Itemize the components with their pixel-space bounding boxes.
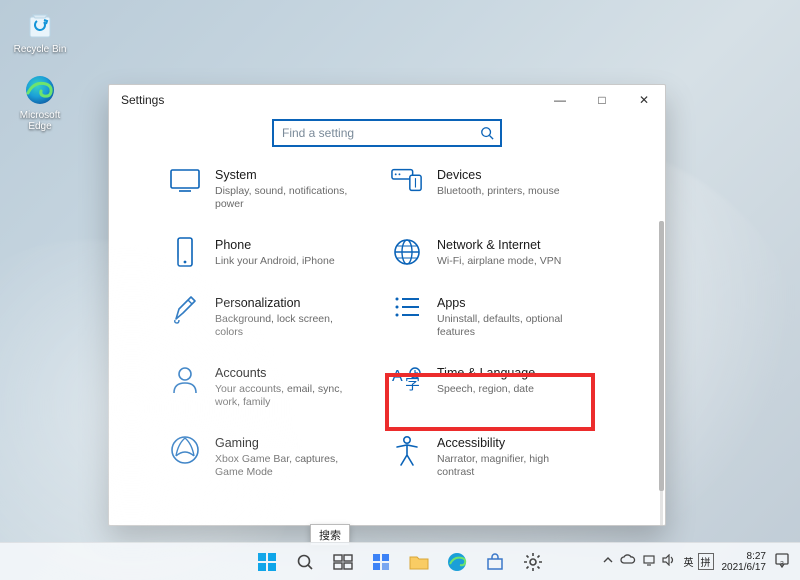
taskbar-explorer[interactable]: [402, 547, 436, 577]
taskbar-settings[interactable]: [516, 547, 550, 577]
category-desc: Background, lock screen, colors: [215, 313, 355, 339]
time-language-icon: A字: [391, 365, 423, 397]
svg-text:字: 字: [405, 376, 420, 393]
task-view-button[interactable]: [326, 547, 360, 577]
personalization-icon: [169, 295, 201, 327]
taskbar-search-button[interactable]: [288, 547, 322, 577]
desktop: Recycle Bin Microsoft Edge Settings: [0, 0, 800, 580]
tray-onedrive-icon[interactable]: [620, 554, 636, 569]
scrollbar-thumb[interactable]: [659, 221, 664, 491]
accounts-icon: [169, 365, 201, 397]
recycle-bin-icon: [22, 6, 58, 42]
category-label: Gaming: [215, 435, 355, 451]
category-apps[interactable]: Apps Uninstall, defaults, optional featu…: [391, 295, 613, 339]
network-icon: [391, 237, 423, 269]
category-system[interactable]: System Display, sound, notifications, po…: [169, 167, 391, 211]
svg-text:A: A: [392, 368, 403, 385]
minimize-button[interactable]: —: [539, 85, 581, 115]
category-accounts[interactable]: Accounts Your accounts, email, sync, wor…: [169, 365, 391, 409]
settings-content: System Display, sound, notifications, po…: [109, 161, 665, 525]
category-label: Network & Internet: [437, 237, 561, 253]
apps-icon: [391, 295, 423, 327]
desktop-icon-label: Microsoft Edge: [10, 110, 70, 132]
category-desc: Bluetooth, printers, mouse: [437, 185, 560, 198]
category-personalization[interactable]: Personalization Background, lock screen,…: [169, 295, 391, 339]
category-phone[interactable]: Phone Link your Android, iPhone: [169, 237, 391, 269]
category-desc: Uninstall, defaults, optional features: [437, 313, 577, 339]
taskbar-store[interactable]: [478, 547, 512, 577]
category-label: Personalization: [215, 295, 355, 311]
desktop-icon-edge[interactable]: Microsoft Edge: [10, 72, 70, 132]
taskbar-edge[interactable]: [440, 547, 474, 577]
devices-icon: [391, 167, 423, 199]
category-desc: Speech, region, date: [437, 383, 535, 396]
edge-icon: [22, 72, 58, 108]
category-desc: Your accounts, email, sync, work, family: [215, 383, 355, 409]
ime-indicator[interactable]: 英 拼: [684, 553, 714, 570]
category-label: Accounts: [215, 365, 355, 381]
accessibility-icon: [391, 435, 423, 467]
category-label: Devices: [437, 167, 560, 183]
category-desc: Display, sound, notifications, power: [215, 185, 355, 211]
category-label: Phone: [215, 237, 335, 253]
tray-network-icon[interactable]: [642, 554, 656, 569]
taskbar: 英 拼 8:27 2021/6/17 3: [0, 542, 800, 580]
gaming-icon: [169, 435, 201, 467]
close-button[interactable]: ✕: [623, 85, 665, 115]
taskbar-clock[interactable]: 8:27 2021/6/17: [722, 551, 767, 573]
widgets-button[interactable]: [364, 547, 398, 577]
category-gaming[interactable]: Gaming Xbox Game Bar, captures, Game Mod…: [169, 435, 391, 479]
category-desc: Xbox Game Bar, captures, Game Mode: [215, 453, 355, 479]
phone-icon: [169, 237, 201, 269]
search-icon: [480, 126, 494, 140]
start-button[interactable]: [250, 547, 284, 577]
desktop-icon-label: Recycle Bin: [10, 44, 70, 55]
category-network[interactable]: Network & Internet Wi-Fi, airplane mode,…: [391, 237, 613, 269]
category-desc: Narrator, magnifier, high contrast: [437, 453, 577, 479]
category-label: Accessibility: [437, 435, 577, 451]
category-label: System: [215, 167, 355, 183]
category-accessibility[interactable]: Accessibility Narrator, magnifier, high …: [391, 435, 613, 479]
titlebar[interactable]: Settings — □ ✕: [109, 85, 665, 115]
category-time-language[interactable]: A字 Time & Language Speech, region, date: [391, 365, 613, 409]
category-label: Time & Language: [437, 365, 535, 381]
window-title: Settings: [121, 93, 164, 107]
category-desc: Link your Android, iPhone: [215, 255, 335, 268]
desktop-icon-recycle-bin[interactable]: Recycle Bin: [10, 6, 70, 55]
search-input[interactable]: [282, 126, 480, 140]
system-icon: [169, 167, 201, 199]
settings-window: Settings — □ ✕: [108, 84, 666, 526]
category-devices[interactable]: Devices Bluetooth, printers, mouse: [391, 167, 613, 211]
tray-volume-icon[interactable]: [662, 554, 676, 569]
category-desc: Wi-Fi, airplane mode, VPN: [437, 255, 561, 268]
category-label: Apps: [437, 295, 577, 311]
notifications-button[interactable]: 3: [774, 552, 790, 571]
tray-chevron-icon[interactable]: [602, 554, 614, 569]
svg-text:3: 3: [780, 561, 784, 568]
maximize-button[interactable]: □: [581, 85, 623, 115]
search-box[interactable]: [272, 119, 502, 147]
